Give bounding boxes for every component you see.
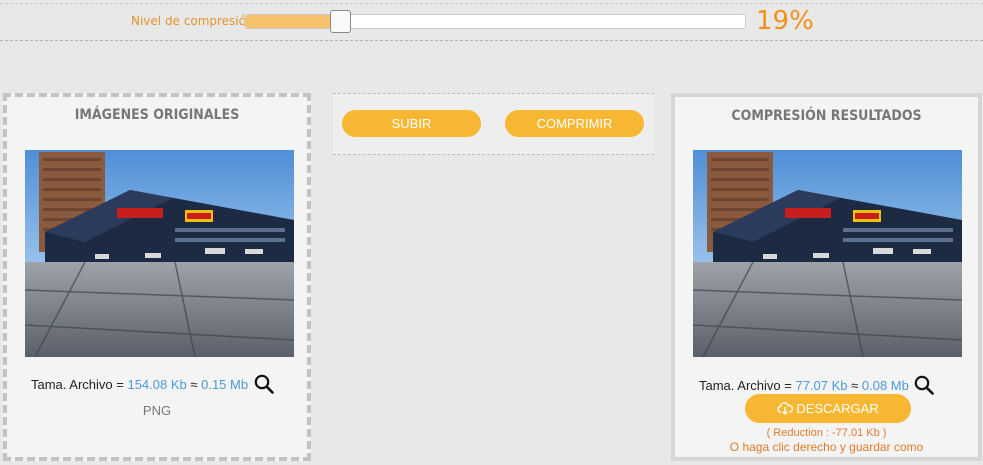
compression-slider-fill — [245, 15, 340, 28]
magnifier-glyph — [254, 374, 274, 394]
upload-button[interactable]: SUBIR — [342, 110, 481, 137]
original-size-line: Tama. Archivo = 154.08 Kb ≈ 0.15 Mb — [31, 374, 274, 397]
result-panel: COMPRESIÓN RESULTADOS Tama. Archivo = 77… — [671, 93, 982, 461]
original-photo — [25, 150, 294, 357]
compression-slider-handle[interactable] — [330, 10, 351, 33]
original-panel: IMÁGENES ORIGINALES Tama. Archivo = 154.… — [3, 93, 311, 461]
original-size-mb: 0.15 Mb — [201, 376, 249, 392]
result-size-kb: 77.07 Kb — [795, 377, 848, 393]
reduction-text: ( Reduction : -77.01 Kb ) — [766, 427, 887, 439]
compression-percent: 19% — [756, 6, 814, 36]
compression-bar: Nivel de compresión 19% — [0, 0, 983, 41]
original-image[interactable] — [25, 150, 294, 357]
action-bar: SUBIR COMPRIMIR — [333, 93, 654, 155]
original-title: IMÁGENES ORIGINALES — [74, 107, 240, 123]
original-file-type: PNG — [142, 403, 172, 418]
magnifier-glyph — [915, 375, 935, 395]
save-hint: O haga clic derecho y guardar como — [729, 440, 924, 454]
result-image[interactable] — [693, 150, 962, 357]
magnifier-icon[interactable] — [914, 375, 935, 398]
compression-level-label: Nivel de compresión — [131, 14, 254, 28]
original-size-kb: 154.08 Kb — [127, 376, 187, 392]
compress-button[interactable]: COMPRIMIR — [505, 110, 644, 137]
magnifier-icon[interactable] — [254, 374, 274, 397]
compression-slider[interactable] — [244, 10, 746, 33]
result-size-mb: 0.08 Mb — [861, 377, 909, 393]
cloud-download-icon — [777, 402, 794, 415]
result-size-approx: ≈ — [847, 377, 862, 393]
original-size-approx: ≈ — [186, 376, 202, 392]
result-size-prefix: Tama. Archivo = — [699, 377, 796, 393]
original-size-prefix: Tama. Archivo = — [31, 376, 128, 392]
result-title: COMPRESIÓN RESULTADOS — [731, 108, 922, 124]
result-photo — [693, 150, 962, 357]
download-label: DESCARGAR — [796, 401, 879, 416]
divider — [0, 3, 983, 4]
download-button[interactable]: DESCARGAR — [745, 394, 911, 423]
